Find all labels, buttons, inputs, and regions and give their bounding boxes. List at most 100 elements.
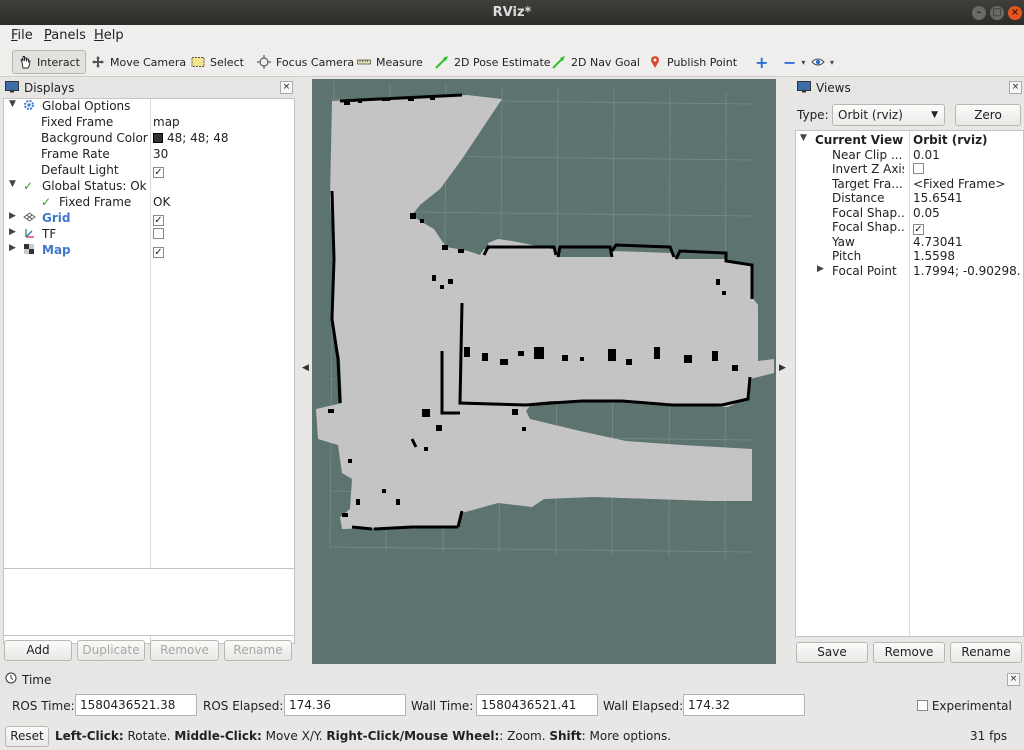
tree-row-default-light[interactable]: Default Light ✓ [4,163,294,179]
focus-camera-tool[interactable]: Focus Camera [252,50,359,74]
check-icon: ✓ [41,195,52,209]
zero-button[interactable]: Zero [955,104,1021,126]
fixed-frame-label: Fixed Frame [41,115,114,129]
view-prop-value[interactable]: 15.6541 [913,191,1021,205]
wall-time-field[interactable]: 1580436521.41 [476,694,598,716]
tree-row-grid[interactable]: ▶ Grid ✓ [4,211,294,227]
expand-arrow-icon[interactable]: ▼ [800,133,807,143]
experimental-label: Experimental [931,699,1012,713]
background-color-value[interactable]: 48; 48; 48 [153,131,229,145]
current-view-row[interactable]: ▼ Current View Orbit (rviz) [796,133,1023,148]
menu-file[interactable]: File [11,28,33,43]
tool-properties-button[interactable]: ▾ [806,50,839,74]
add-display-button[interactable]: Add [4,640,72,661]
add-tool-button[interactable]: + [750,50,773,74]
tree-row-background-color[interactable]: Background Color 48; 48; 48 [4,131,294,147]
tree-row-status-fixed-frame[interactable]: ✓ Fixed Frame OK [4,195,294,211]
time-close-icon[interactable]: × [1007,673,1020,686]
close-button[interactable]: × [1008,6,1022,20]
remove-display-button[interactable]: Remove [150,640,219,661]
view-prop-row[interactable]: Focal Shap... 0.05 [796,206,1023,221]
expand-arrow-icon[interactable]: ▼ [9,179,16,189]
views-close-icon[interactable]: × [1009,81,1022,94]
hand-pointer-icon [18,55,32,69]
interact-tool[interactable]: Interact [12,50,86,74]
tree-row-global-status[interactable]: ▼ ✓ Global Status: Ok [4,179,294,195]
render-viewport[interactable] [312,79,776,664]
menu-help[interactable]: Help [94,28,124,43]
menu-panels[interactable]: Panels [44,28,86,43]
tree-row-map[interactable]: ▶ Map ✓ [4,243,294,259]
view-prop-row[interactable]: ▶ Focal Point 1.7994; -0.90298... [796,264,1023,279]
save-view-button[interactable]: Save [796,642,868,663]
maximize-button[interactable]: □ [990,6,1004,20]
view-prop-row[interactable]: Focal Shap... ✓ [796,220,1023,235]
focal-shape-checkbox[interactable]: ✓ [913,224,924,235]
minimize-button[interactable]: – [972,6,986,20]
publish-point-tool[interactable]: Publish Point [643,50,742,74]
pose-estimate-tool[interactable]: 2D Pose Estimate [430,50,556,74]
view-prop-value[interactable]: 0.05 [913,206,1021,220]
collapse-right-panel-arrow[interactable]: ▶ [779,363,786,373]
view-prop-row[interactable]: Yaw 4.73041 [796,235,1023,250]
view-prop-row[interactable]: Invert Z Axis [796,162,1023,177]
views-header: Views × [795,79,1024,97]
collapse-arrow-icon[interactable]: ▶ [9,243,16,253]
wall-elapsed-field[interactable]: 174.32 [683,694,805,716]
collapse-arrow-icon[interactable]: ▶ [817,264,824,274]
default-light-checkbox[interactable]: ✓ [153,167,164,178]
view-type-select[interactable]: Orbit (rviz) ▼ [832,104,945,126]
rename-view-button[interactable]: Rename [950,642,1022,663]
clock-icon [5,672,17,687]
interact-label: Interact [37,55,80,69]
tree-row-global-options[interactable]: ▼ Global Options [4,99,294,115]
menu-bar: File Panels Help [0,25,1024,47]
nav-goal-tool[interactable]: 2D Nav Goal [547,50,645,74]
view-prop-row[interactable]: Near Clip ... 0.01 [796,148,1023,163]
remove-view-button[interactable]: Remove [873,642,945,663]
tree-row-tf[interactable]: ▶ TF [4,227,294,243]
displays-close-icon[interactable]: × [280,81,293,94]
views-panel: Views × Type: Orbit (rviz) ▼ Zero ▼ Curre… [795,79,1024,664]
view-prop-label: Focal Point [832,264,897,278]
view-prop-value[interactable]: <Fixed Frame> [913,177,1021,191]
view-prop-row[interactable]: Pitch 1.5598 [796,249,1023,264]
map-checkbox[interactable]: ✓ [153,247,164,258]
invert-z-checkbox[interactable] [913,163,924,174]
reset-button[interactable]: Reset [5,726,49,747]
tf-checkbox[interactable] [153,228,164,239]
view-prop-value[interactable]: 1.7994; -0.90298... [913,264,1021,278]
view-prop-value[interactable]: 1.5598 [913,249,1021,263]
rename-display-button[interactable]: Rename [224,640,292,661]
collapse-arrow-icon[interactable]: ▶ [9,227,16,237]
map-pin-icon [648,55,662,69]
grid-checkbox[interactable]: ✓ [153,215,164,226]
frame-rate-value[interactable]: 30 [153,147,168,161]
experimental-checkbox[interactable] [917,700,928,711]
move-camera-tool[interactable]: Move Camera [86,50,191,74]
tree-row-fixed-frame[interactable]: Fixed Frame map [4,115,294,131]
fixed-frame-value[interactable]: map [153,115,180,129]
ros-time-field[interactable]: 1580436521.38 [75,694,197,716]
view-prop-value[interactable]: 0.01 [913,148,1021,162]
tree-row-frame-rate[interactable]: Frame Rate 30 [4,147,294,163]
color-swatch [153,133,163,143]
view-prop-row[interactable]: Distance 15.6541 [796,191,1023,206]
view-prop-label: Near Clip ... [832,148,903,162]
view-type-label: Type: [797,108,829,122]
duplicate-display-button[interactable]: Duplicate [77,640,145,661]
view-prop-row[interactable]: Target Fra... <Fixed Frame> [796,177,1023,192]
background-color-label: Background Color [41,131,148,145]
ros-elapsed-field[interactable]: 174.36 [284,694,406,716]
view-prop-value[interactable]: 4.73041 [913,235,1021,249]
ros-time-label: ROS Time: [12,699,75,713]
expand-arrow-icon[interactable]: ▼ [9,99,16,109]
select-tool[interactable]: Select [186,50,249,74]
collapse-arrow-icon[interactable]: ▶ [9,211,16,221]
global-options-label: Global Options [42,99,131,113]
measure-tool[interactable]: Measure [352,50,428,74]
move-camera-label: Move Camera [110,55,187,69]
collapse-left-panel-arrow[interactable]: ◀ [302,363,309,373]
green-arrow-icon [552,55,566,69]
view-prop-label: Yaw [832,235,855,249]
